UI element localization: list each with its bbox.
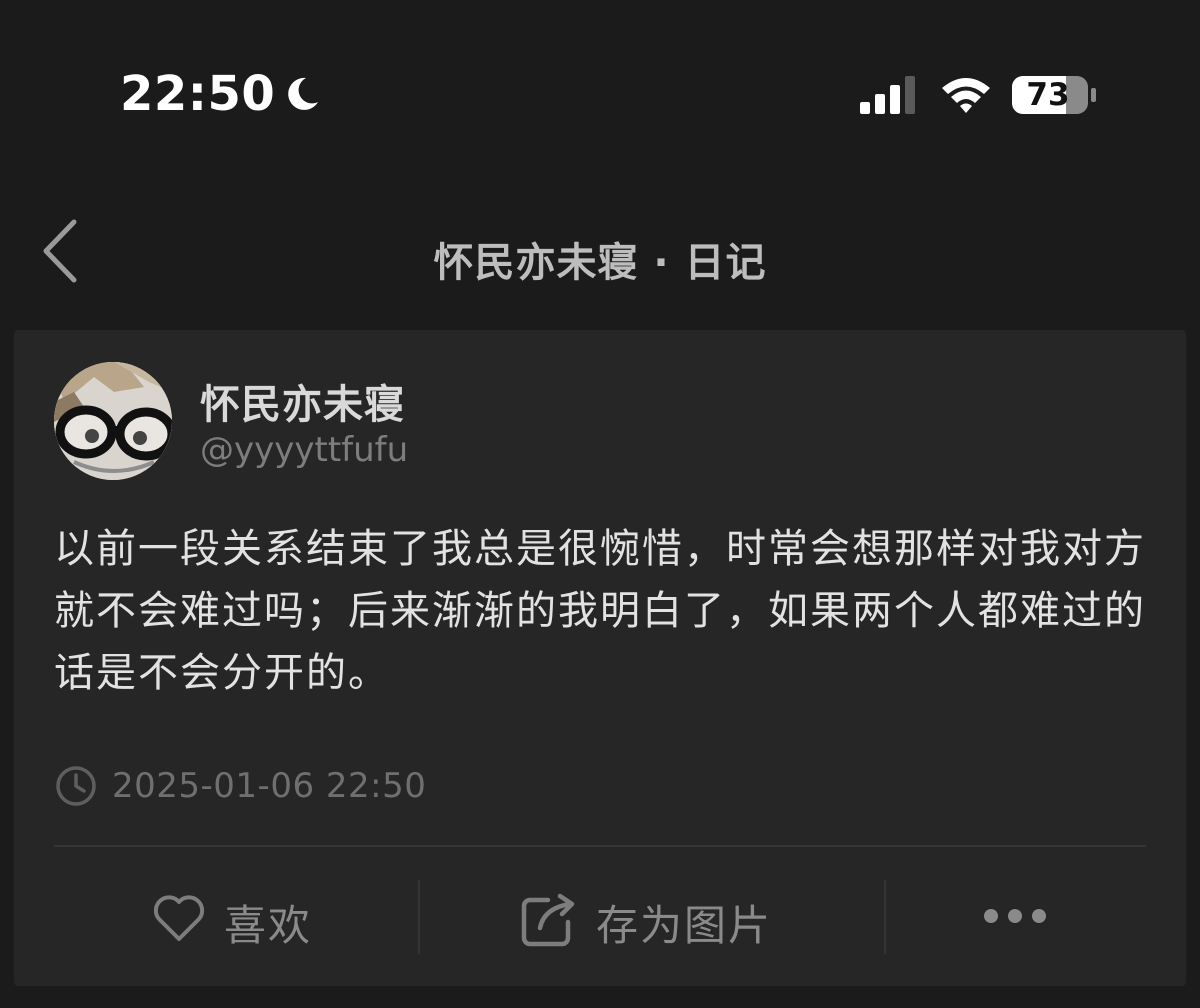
battery-level: 73 bbox=[1026, 77, 1070, 113]
save-as-image-label: 存为图片 bbox=[596, 901, 773, 950]
author-name[interactable]: 怀民亦未寝 bbox=[200, 372, 405, 430]
clock-icon bbox=[56, 766, 96, 806]
more-button[interactable] bbox=[886, 850, 1186, 986]
cellular-signal-icon bbox=[860, 76, 915, 114]
like-button[interactable]: 喜欢 bbox=[14, 850, 418, 986]
divider bbox=[54, 845, 1146, 847]
heart-icon bbox=[153, 895, 205, 941]
wifi-icon bbox=[942, 78, 990, 113]
avatar-image bbox=[54, 362, 172, 480]
share-icon bbox=[521, 893, 575, 947]
post-timestamp: 2025-01-06 22:50 bbox=[112, 766, 427, 806]
diary-screen: 22:50 73 怀民亦未寝 · 日记 怀民亦未寝 @yyyyttfufu 以前… bbox=[0, 0, 1200, 1008]
diary-card: 怀民亦未寝 @yyyyttfufu 以前一段关系结束了我总是很惋惜，时常会想那样… bbox=[14, 330, 1186, 986]
more-dots-icon bbox=[984, 909, 1046, 923]
action-bar: 喜欢 存为图片 bbox=[14, 850, 1186, 986]
save-as-image-button[interactable]: 存为图片 bbox=[420, 850, 886, 986]
navigation-bar: 怀民亦未寝 · 日记 bbox=[0, 190, 1200, 318]
author-handle: @yyyyttfufu bbox=[200, 430, 409, 470]
avatar[interactable] bbox=[54, 362, 172, 480]
page-title: 怀民亦未寝 · 日记 bbox=[433, 240, 767, 286]
post-text: 以前一段关系结束了我总是很惋惜，时常会想那样对我对方就不会难过吗；后来渐渐的我明… bbox=[54, 526, 1146, 696]
status-time: 22:50 bbox=[120, 66, 276, 122]
moon-icon bbox=[288, 77, 318, 110]
status-bar: 22:50 73 bbox=[0, 0, 1200, 190]
like-label: 喜欢 bbox=[224, 901, 313, 950]
